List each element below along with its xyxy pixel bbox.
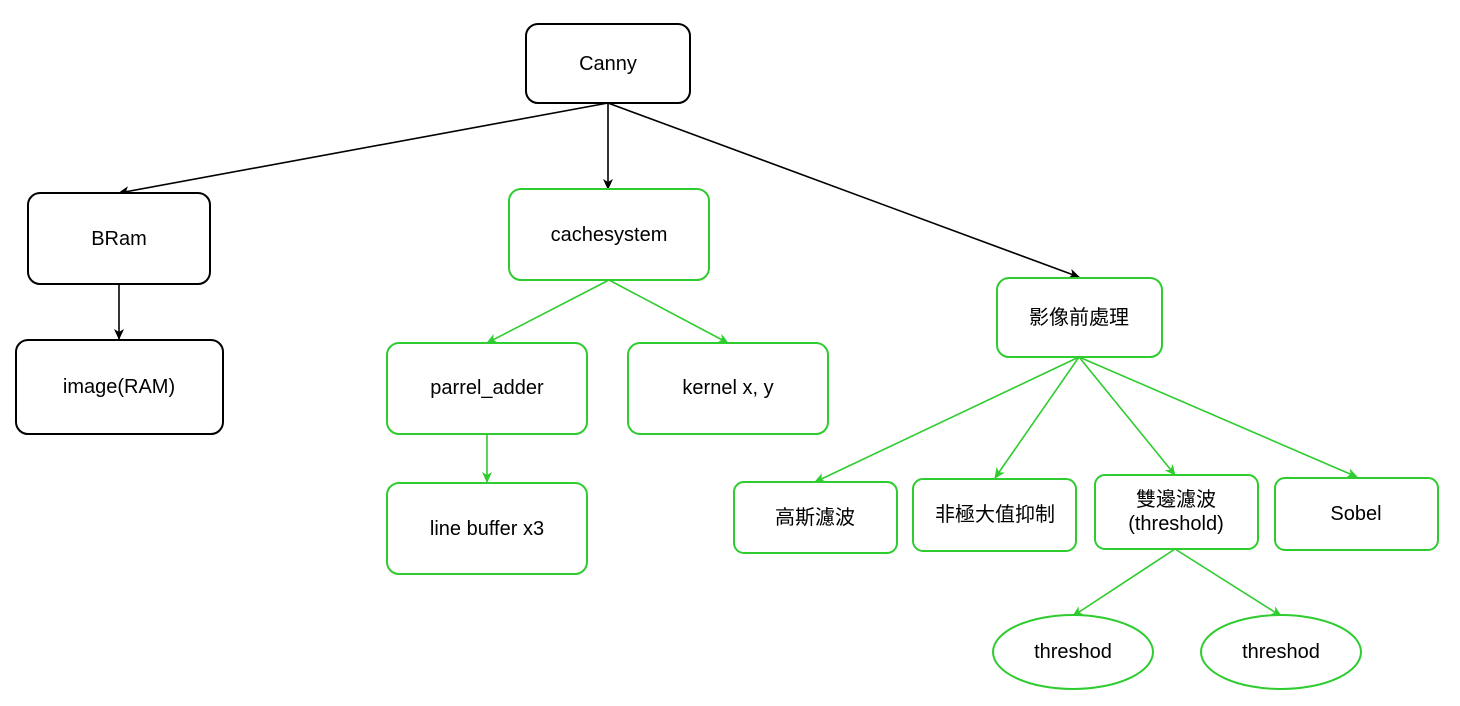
node-line-buffer: line buffer x3 — [386, 482, 588, 575]
node-kernel: kernel x, y — [627, 342, 829, 435]
node-cachesystem: cachesystem — [508, 188, 710, 281]
node-parrel-adder: parrel_adder — [386, 342, 588, 435]
node-threshod-left-label: threshod — [1034, 641, 1112, 663]
node-image-ram: image(RAM) — [15, 339, 224, 435]
node-nms: 非極大值抑制 — [912, 478, 1077, 552]
edge-pre-nms — [994, 356, 1080, 479]
edge-double-thr-right — [1174, 548, 1282, 617]
node-bram: BRam — [27, 192, 211, 285]
edge-pre-double — [1078, 356, 1176, 476]
edge-cache-parrel — [486, 279, 610, 344]
node-double-edge: 雙邊濾波 (threshold) — [1094, 474, 1259, 550]
node-gaussian-label: 高斯濾波 — [775, 506, 855, 529]
node-double-edge-label-line2: (threshold) — [1128, 513, 1224, 535]
node-double-edge-label-line1: 雙邊濾波 — [1136, 488, 1216, 511]
node-threshod-left: threshod — [992, 614, 1154, 690]
node-bram-label: BRam — [91, 228, 147, 250]
node-parrel-adder-label: parrel_adder — [430, 377, 544, 399]
node-kernel-label: kernel x, y — [682, 377, 773, 399]
edges-green — [482, 279, 1358, 617]
edge-canny-bram — [118, 102, 609, 197]
node-image-ram-label: image(RAM) — [63, 376, 175, 398]
node-gaussian: 高斯濾波 — [733, 481, 898, 554]
node-cachesystem-label: cachesystem — [551, 224, 668, 246]
edge-pre-gaussian — [814, 356, 1080, 483]
edge-double-thr-left — [1072, 548, 1176, 617]
node-threshod-right: threshod — [1200, 614, 1362, 690]
edge-pre-sobel — [1078, 356, 1358, 478]
node-line-buffer-label: line buffer x3 — [430, 518, 544, 540]
edge-cache-kernel — [608, 279, 729, 344]
node-sobel-label: Sobel — [1330, 503, 1381, 525]
node-nms-label: 非極大值抑制 — [935, 503, 1055, 526]
node-preprocess: 影像前處理 — [996, 277, 1163, 358]
node-sobel: Sobel — [1274, 477, 1439, 551]
tree-diagram: Canny BRam image(RAM) cachesystem parrel… — [15, 23, 1439, 690]
node-canny-label: Canny — [579, 53, 637, 75]
node-threshod-right-label: threshod — [1242, 641, 1320, 663]
node-preprocess-label: 影像前處理 — [1029, 306, 1129, 329]
node-canny: Canny — [525, 23, 691, 104]
